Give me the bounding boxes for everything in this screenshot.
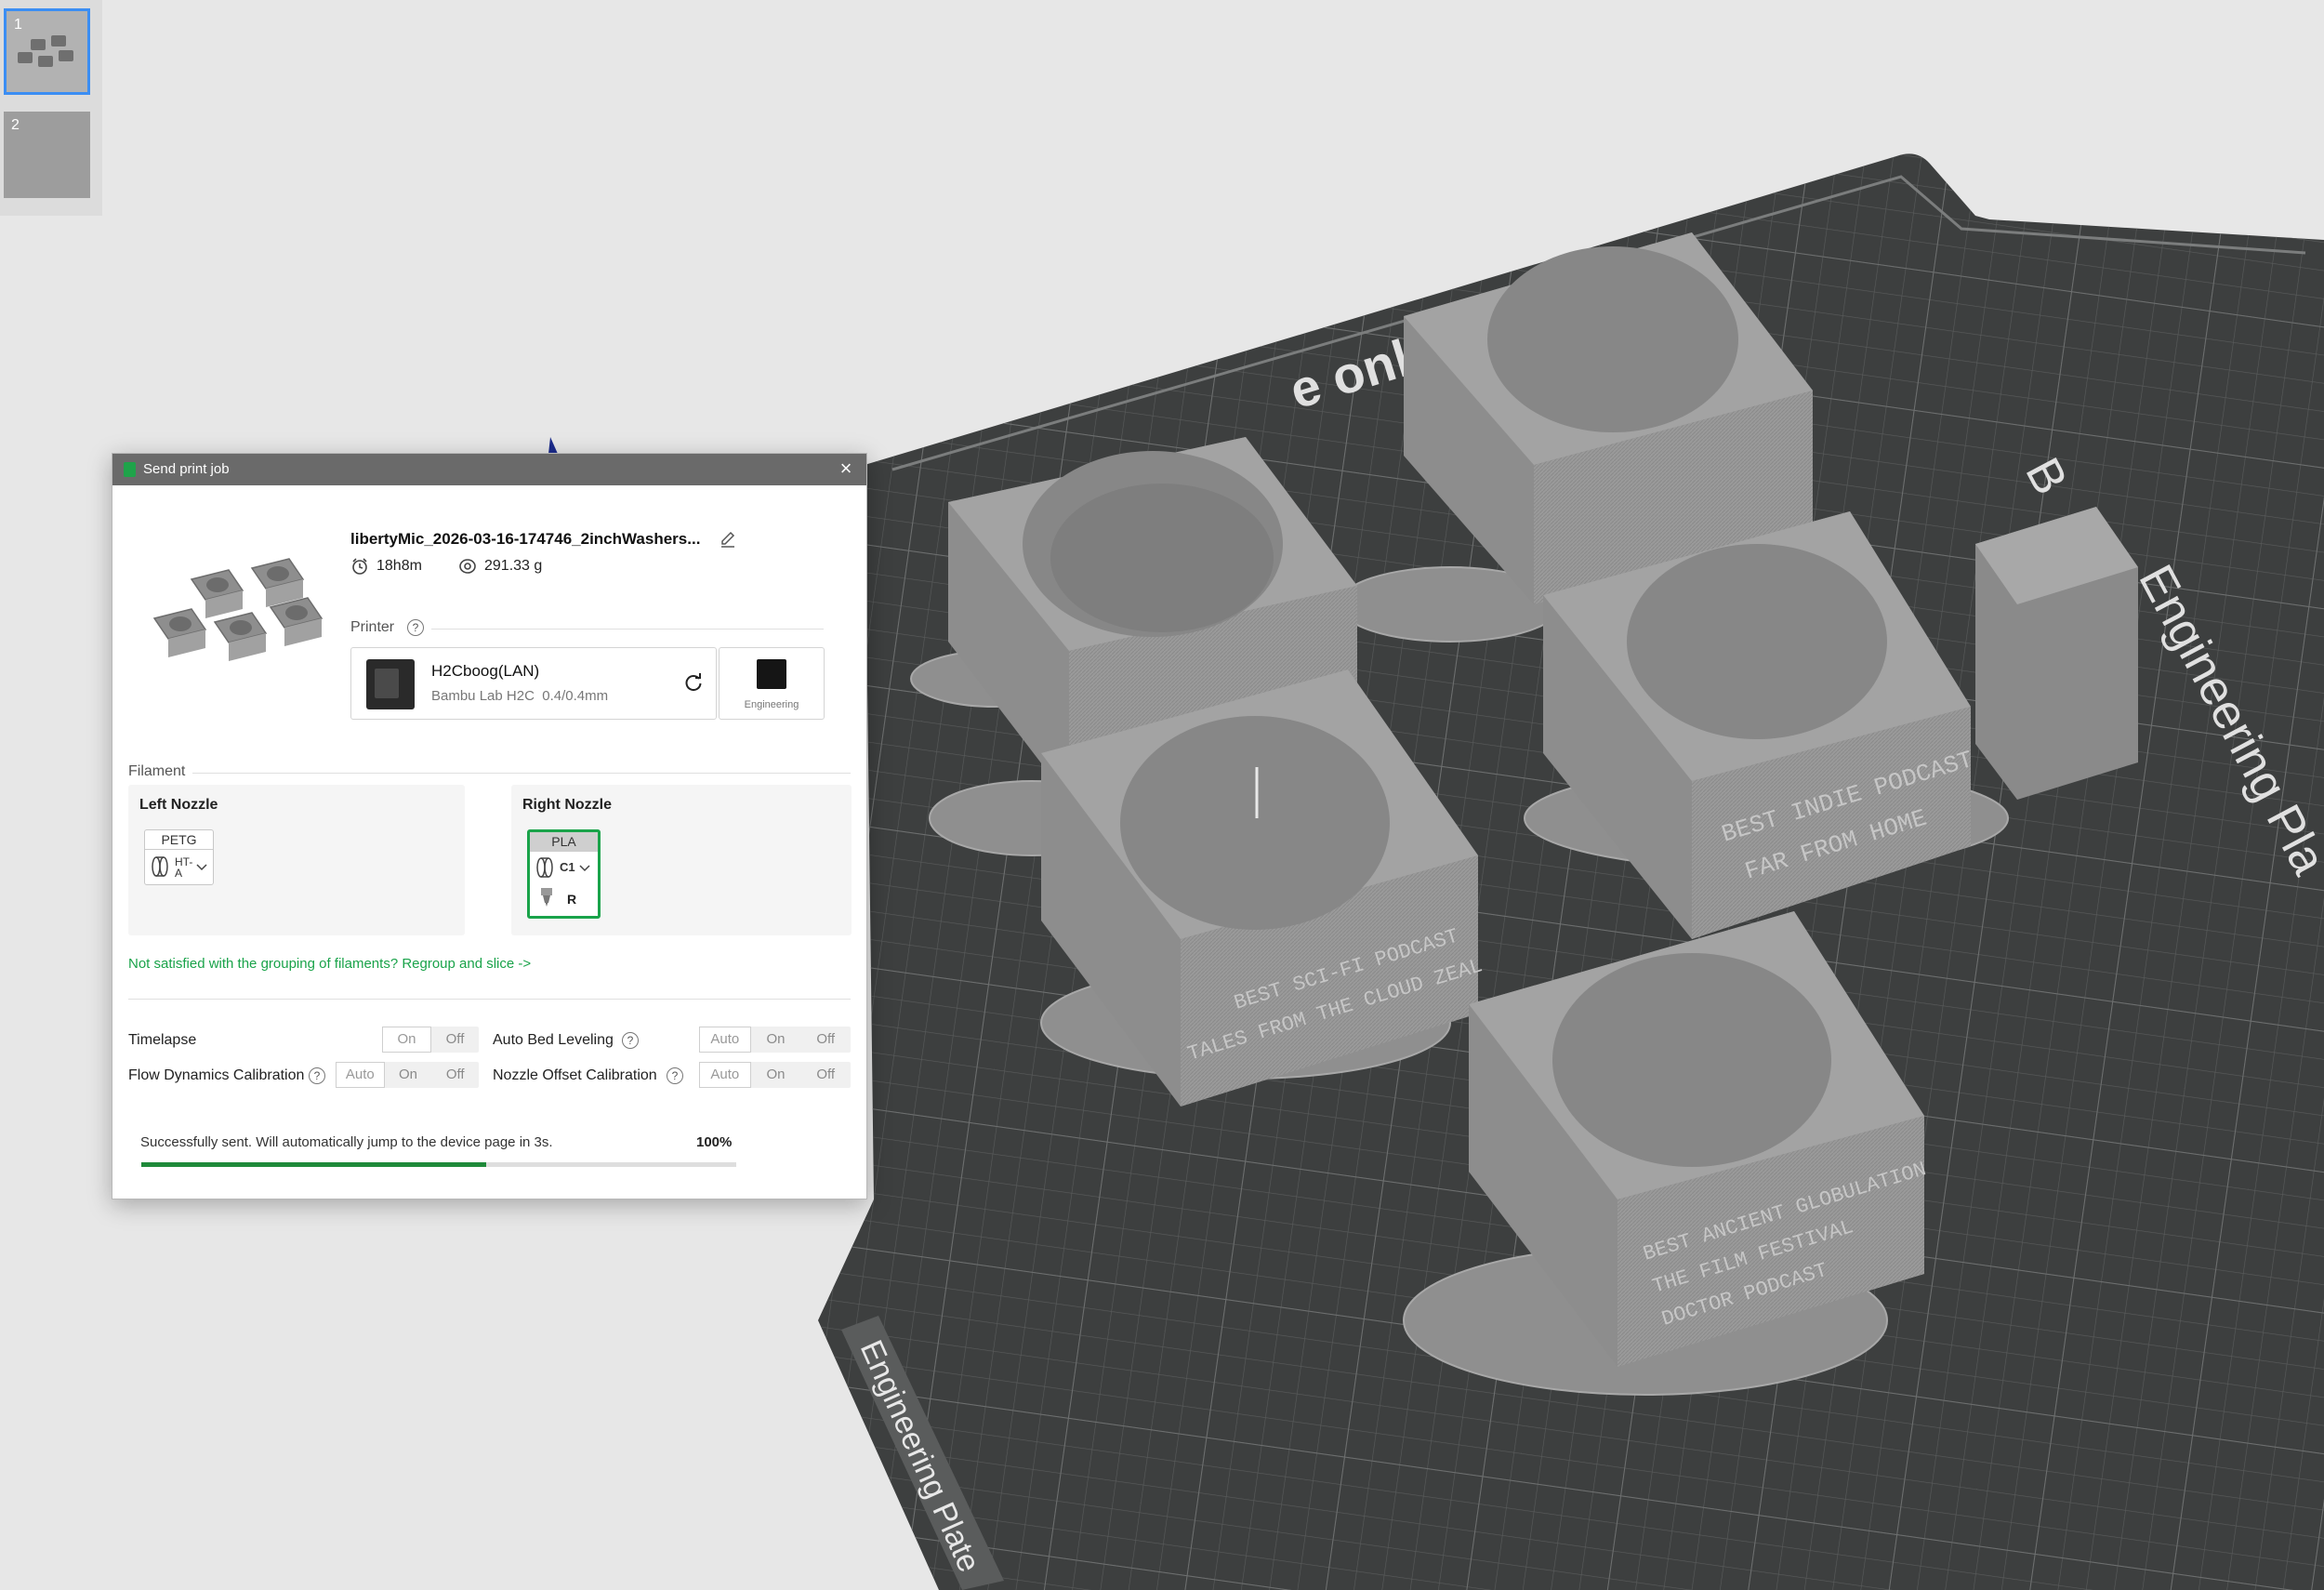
cursor-marker-icon	[548, 437, 558, 454]
plate-number: 2	[11, 117, 20, 133]
refresh-icon[interactable]	[681, 670, 706, 695]
nozzle-offset-auto-option[interactable]: Auto	[699, 1062, 751, 1088]
printer-section-label: Printer	[350, 619, 395, 635]
plate-type-label: Engineering	[744, 699, 799, 710]
auto-bed-leveling-toggle[interactable]: Auto On Off	[699, 1027, 851, 1053]
printer-image-icon	[366, 659, 415, 709]
model-thumbnail-icon	[152, 558, 324, 661]
spool-icon	[536, 857, 553, 878]
job-name: libertyMic_2026-03-16-174746_2inchWasher…	[350, 530, 701, 548]
right-filament-type: PLA	[530, 832, 598, 852]
filament-divider	[192, 773, 851, 774]
nozzle-offset-toggle[interactable]: Auto On Off	[699, 1062, 851, 1088]
timelapse-off-option[interactable]: Off	[431, 1027, 479, 1053]
nozzle-offset-off-option[interactable]: Off	[800, 1062, 851, 1088]
printer-help-icon[interactable]: ?	[407, 619, 424, 636]
right-nozzle-title: Right Nozzle	[522, 797, 612, 813]
regroup-slice-link[interactable]: Not satisfied with the grouping of filam…	[128, 956, 531, 972]
model-thumbnail	[140, 551, 336, 714]
flow-dynamics-help-icon[interactable]: ?	[309, 1067, 325, 1084]
right-filament-slot[interactable]: PLA C1 R	[527, 829, 601, 919]
auto-bed-leveling-on-option[interactable]: On	[751, 1027, 801, 1053]
plate-thumb-2[interactable]: 2	[4, 112, 90, 198]
clock-icon	[352, 558, 367, 575]
plate-thumb-1[interactable]: 1	[4, 8, 90, 95]
dialog-title: Send print job	[143, 461, 230, 477]
nozzle-offset-label: Nozzle Offset Calibration	[493, 1067, 657, 1083]
send-progress-bar	[141, 1162, 736, 1167]
left-filament-slot-id: HT-A	[175, 855, 193, 880]
filament-section-label: Filament	[128, 763, 186, 779]
options-divider	[128, 999, 851, 1000]
nozzle-icon	[541, 888, 552, 907]
left-nozzle-title: Left Nozzle	[139, 797, 218, 813]
plate-list: 1 2	[0, 0, 102, 216]
printer-name: H2Cboog(LAN)	[431, 662, 540, 680]
filament-weight: 291.33 g	[484, 558, 543, 574]
filament-weight-icon	[459, 559, 476, 574]
chevron-down-icon	[579, 865, 590, 872]
model-tower[interactable]	[1975, 507, 2138, 800]
send-progress-percent: 100%	[696, 1134, 733, 1150]
chevron-down-icon	[196, 864, 207, 871]
spool-icon	[152, 856, 168, 877]
right-filament-slot-id: C1	[560, 860, 575, 874]
left-filament-slot[interactable]: PETG HT-A	[144, 829, 214, 885]
send-print-job-dialog: Send print job × libertyMic_2026-03-16-1…	[112, 453, 867, 1199]
flow-dynamics-label: Flow Dynamics Calibration	[128, 1067, 305, 1083]
plate-1-preview-icon	[18, 35, 73, 67]
auto-bed-leveling-help-icon[interactable]: ?	[622, 1032, 639, 1049]
nozzle-offset-help-icon[interactable]: ?	[667, 1067, 683, 1084]
close-icon[interactable]: ×	[835, 457, 857, 480]
flow-dynamics-auto-option[interactable]: Auto	[336, 1062, 385, 1088]
plate-type-selector[interactable]: Engineering	[719, 647, 825, 720]
printer-model: Bambu Lab H2C 0.4/0.4mm	[431, 688, 609, 704]
flow-dynamics-off-option[interactable]: Off	[431, 1062, 479, 1088]
left-filament-type: PETG	[145, 830, 213, 850]
flow-dynamics-on-option[interactable]: On	[385, 1062, 432, 1088]
plate-type-icon	[757, 659, 786, 689]
send-status-message: Successfully sent. Will automatically ju…	[140, 1134, 553, 1150]
right-nozzle-tag: R	[567, 892, 577, 907]
edit-name-icon[interactable]	[719, 530, 737, 549]
auto-bed-leveling-auto-option[interactable]: Auto	[699, 1027, 751, 1053]
right-nozzle-panel: Right Nozzle PLA C1 R	[511, 785, 852, 935]
timelapse-label: Timelapse	[128, 1032, 197, 1048]
timelapse-toggle[interactable]: On Off	[382, 1027, 479, 1053]
timelapse-on-option[interactable]: On	[382, 1027, 431, 1053]
dialog-titlebar[interactable]: Send print job ×	[112, 454, 866, 485]
flow-dynamics-toggle[interactable]: Auto On Off	[336, 1062, 479, 1088]
nozzle-offset-on-option[interactable]: On	[751, 1062, 801, 1088]
app-icon	[124, 462, 136, 477]
auto-bed-leveling-off-option[interactable]: Off	[800, 1027, 851, 1053]
printer-selector[interactable]: H2Cboog(LAN) Bambu Lab H2C 0.4/0.4mm	[350, 647, 717, 720]
print-time: 18h8m	[376, 558, 422, 574]
send-progress-fill	[141, 1162, 487, 1167]
auto-bed-leveling-label: Auto Bed Leveling	[493, 1032, 614, 1048]
left-nozzle-panel: Left Nozzle PETG HT-A	[128, 785, 465, 935]
